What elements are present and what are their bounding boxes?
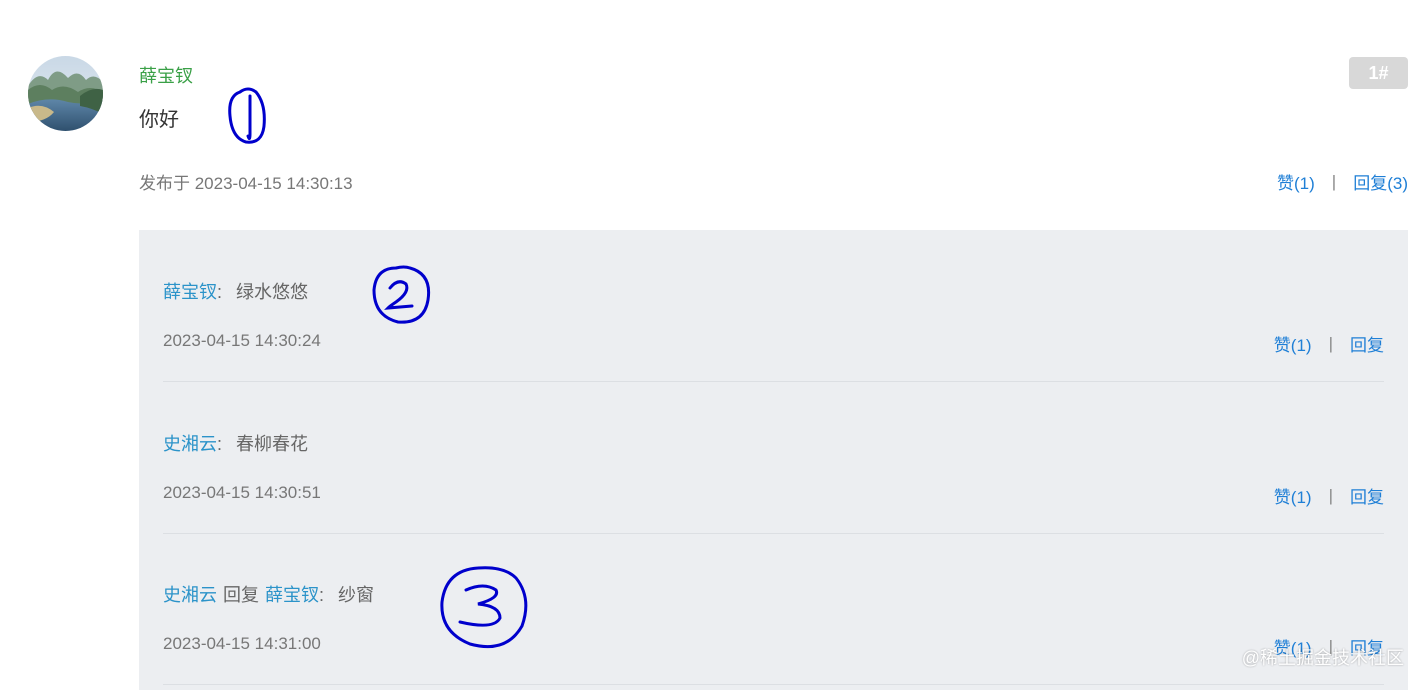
separator: | bbox=[1331, 171, 1337, 191]
reply-text: 绿水悠悠 bbox=[236, 282, 309, 302]
avatar-landscape-image bbox=[28, 56, 103, 131]
like-button[interactable]: 赞(1) bbox=[1274, 483, 1312, 508]
post-author-name[interactable]: 薛宝钗 bbox=[139, 62, 193, 88]
reply-user-name[interactable]: 薛宝钗 bbox=[163, 282, 217, 302]
reply-to-label: 回复 bbox=[223, 585, 259, 605]
reply-text: 春柳春花 bbox=[236, 434, 309, 454]
post-published-time: 发布于 2023-04-15 14:30:13 bbox=[139, 174, 353, 193]
like-button[interactable]: 赞(1) bbox=[1274, 331, 1312, 356]
reply-target-user-name[interactable]: 薛宝钗 bbox=[265, 585, 319, 605]
reply-actions: 赞(1) | 回复 bbox=[1274, 483, 1384, 508]
reply-time: 2023-04-15 14:30:24 bbox=[163, 331, 321, 350]
floor-badge: 1# bbox=[1349, 57, 1408, 89]
reply-text: 纱窗 bbox=[338, 585, 375, 605]
comment-thread: 薛宝钗 1# 你好 发布于 2023-04-15 14:30:13 赞(1) |… bbox=[0, 0, 1424, 690]
reply-time: 2023-04-15 14:30:51 bbox=[163, 483, 321, 502]
reply-line: 薛宝钗: 绿水悠悠 bbox=[163, 278, 308, 304]
reply-item: 薛宝钗: 绿水悠悠 2023-04-15 14:30:24 赞(1) | 回复 bbox=[163, 230, 1384, 382]
replies-panel: 薛宝钗: 绿水悠悠 2023-04-15 14:30:24 赞(1) | 回复 史… bbox=[139, 230, 1408, 690]
separator: | bbox=[1328, 485, 1333, 505]
post-actions: 赞(1) | 回复(3) bbox=[1277, 169, 1408, 194]
reply-item: 史湘云: 春柳春花 2023-04-15 14:30:51 赞(1) | 回复 bbox=[163, 382, 1384, 534]
post-content: 你好 bbox=[139, 109, 179, 131]
avatar[interactable] bbox=[28, 56, 103, 131]
like-button[interactable]: 赞(1) bbox=[1277, 169, 1315, 194]
reply-button[interactable]: 回复 bbox=[1350, 331, 1384, 356]
reply-count-button[interactable]: 回复(3) bbox=[1353, 169, 1408, 194]
annotation-circle-1 bbox=[228, 87, 266, 144]
reply-colon: : bbox=[217, 282, 223, 302]
watermark: @稀土掘金技术社区 bbox=[1241, 648, 1404, 668]
separator: | bbox=[1328, 333, 1333, 353]
reply-user-name[interactable]: 史湘云 bbox=[163, 585, 217, 605]
reply-actions: 赞(1) | 回复 bbox=[1274, 331, 1384, 356]
reply-time: 2023-04-15 14:31:00 bbox=[163, 634, 321, 653]
reply-line: 史湘云: 春柳春花 bbox=[163, 430, 308, 456]
reply-colon: : bbox=[319, 585, 325, 605]
reply-button[interactable]: 回复 bbox=[1350, 483, 1384, 508]
reply-line: 史湘云 回复 薛宝钗: 纱窗 bbox=[163, 581, 374, 607]
reply-item: 史湘云 回复 薛宝钗: 纱窗 2023-04-15 14:31:00 赞(1) | 回… bbox=[163, 533, 1384, 685]
reply-user-name[interactable]: 史湘云 bbox=[163, 434, 217, 454]
reply-colon: : bbox=[217, 434, 223, 454]
